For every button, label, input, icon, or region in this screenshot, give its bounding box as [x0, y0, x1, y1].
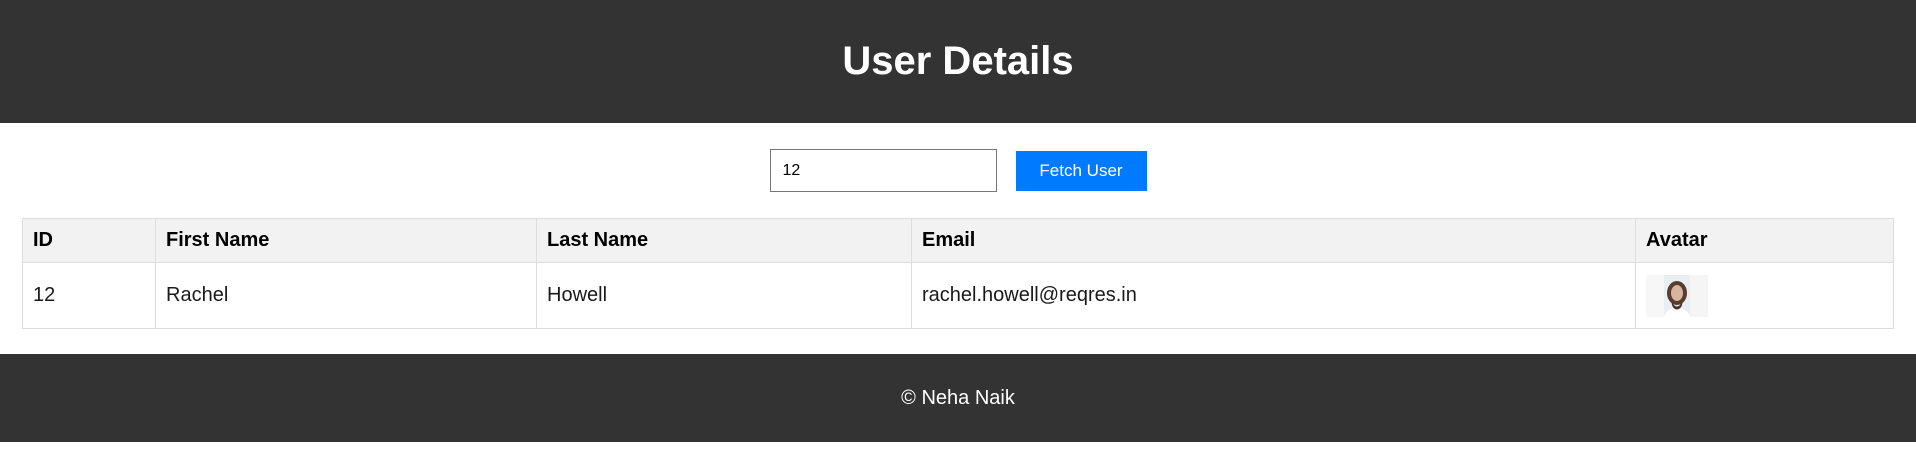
column-header-last-name: Last Name [536, 218, 912, 263]
column-header-first-name: First Name [155, 218, 537, 263]
user-table: ID First Name Last Name Email Avatar 12 … [22, 218, 1894, 329]
column-header-id: ID [22, 218, 156, 263]
first-name-cell: Rachel [155, 262, 537, 329]
fetch-user-button[interactable]: Fetch User [1015, 150, 1147, 191]
column-header-avatar: Avatar [1635, 218, 1894, 263]
fetch-controls: Fetch User [0, 123, 1916, 218]
user-id-cell: 12 [22, 262, 156, 329]
footer-copyright: © Neha Naik [901, 386, 1015, 409]
avatar [1646, 274, 1708, 317]
user-table-container: ID First Name Last Name Email Avatar 12 … [0, 218, 1916, 354]
page-header: User Details [0, 0, 1916, 123]
user-id-input[interactable] [769, 149, 997, 192]
table-row: 12 Rachel Howell rachel.howell@reqres.in [22, 262, 1894, 329]
avatar-cell [1635, 262, 1894, 329]
page-footer: © Neha Naik [0, 354, 1916, 442]
table-header-row: ID First Name Last Name Email Avatar [22, 218, 1894, 263]
email-cell: rachel.howell@reqres.in [911, 262, 1636, 329]
column-header-email: Email [911, 218, 1636, 263]
last-name-cell: Howell [536, 262, 912, 329]
page-title: User Details [842, 39, 1074, 83]
